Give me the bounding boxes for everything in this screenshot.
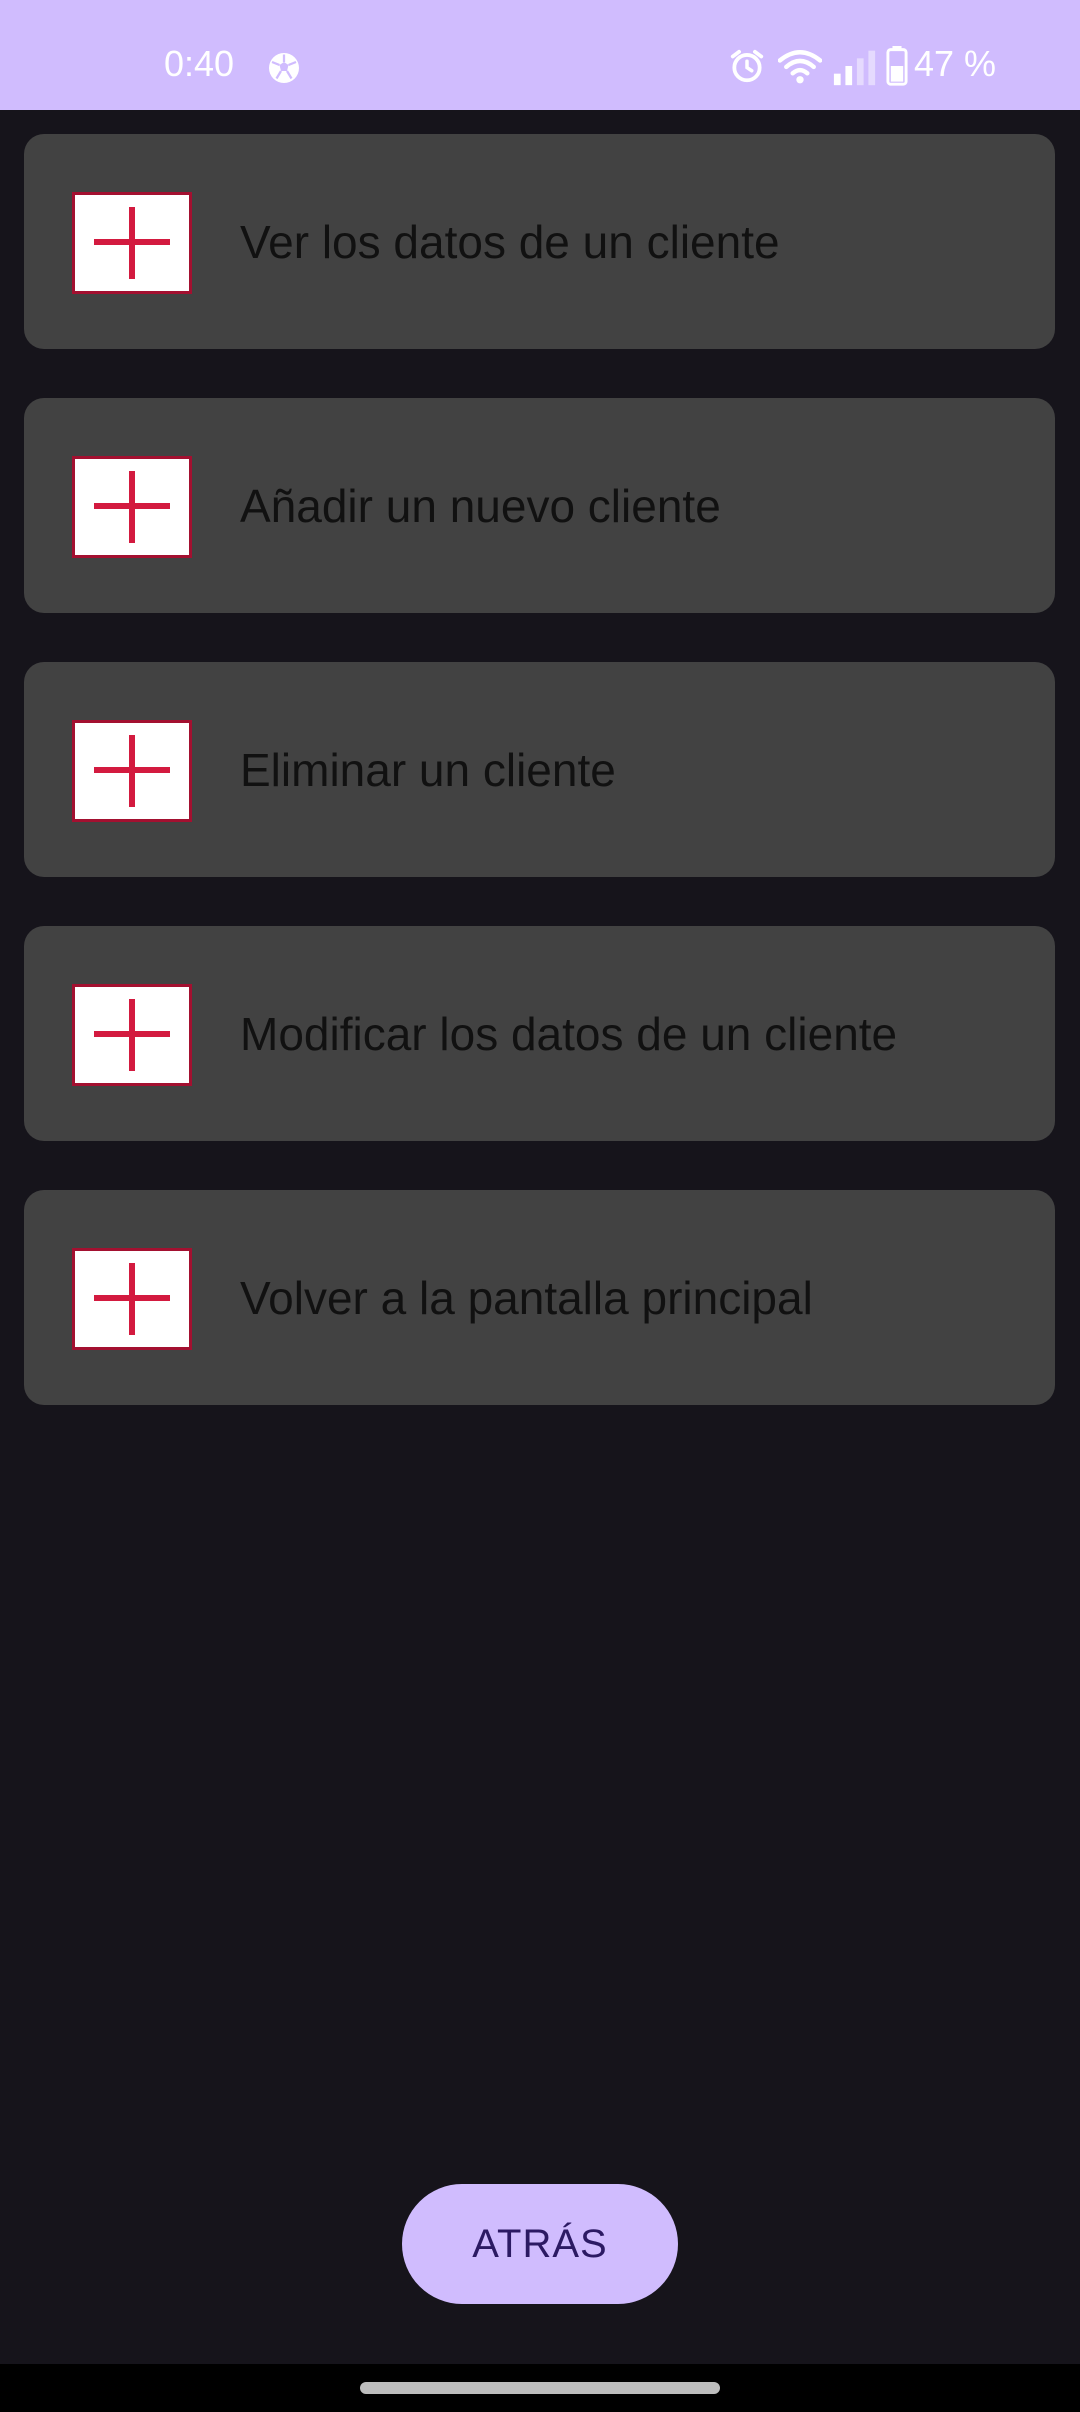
soccer-ball-icon bbox=[269, 53, 299, 83]
menu-item-modificar-cliente[interactable]: Modificar los datos de un cliente bbox=[24, 926, 1055, 1141]
red-cross-flag-icon bbox=[72, 720, 192, 822]
battery-percentage: 47 % bbox=[914, 43, 997, 84]
menu-item-volver-pantalla-principal[interactable]: Volver a la pantalla principal bbox=[24, 1190, 1055, 1405]
wifi-icon bbox=[778, 50, 822, 84]
red-cross-flag-icon bbox=[72, 984, 192, 1086]
menu-item-anadir-cliente[interactable]: Añadir un nuevo cliente bbox=[24, 398, 1055, 613]
status-time: 0:40 bbox=[164, 43, 235, 84]
navigation-bar bbox=[0, 2364, 1080, 2412]
red-cross-flag-icon bbox=[72, 1248, 192, 1350]
signal-icon bbox=[833, 50, 876, 86]
red-cross-flag-icon bbox=[72, 456, 192, 558]
status-bar: 0:40 47 % bbox=[0, 0, 1080, 110]
menu-item-label: Volver a la pantalla principal bbox=[240, 1272, 813, 1324]
menu-item-label: Modificar los datos de un cliente bbox=[240, 1008, 898, 1060]
alarm-icon bbox=[730, 49, 764, 83]
menu-item-label: Ver los datos de un cliente bbox=[240, 216, 780, 268]
menu-item-label: Eliminar un cliente bbox=[240, 744, 616, 796]
battery-icon bbox=[886, 46, 908, 86]
red-cross-flag-icon bbox=[72, 192, 192, 294]
home-indicator[interactable] bbox=[360, 2382, 720, 2394]
back-button[interactable]: ATRÁS bbox=[402, 2184, 678, 2304]
menu-item-label: Añadir un nuevo cliente bbox=[240, 480, 721, 532]
menu-item-ver-datos-cliente[interactable]: Ver los datos de un cliente bbox=[24, 134, 1055, 349]
menu-item-eliminar-cliente[interactable]: Eliminar un cliente bbox=[24, 662, 1055, 877]
